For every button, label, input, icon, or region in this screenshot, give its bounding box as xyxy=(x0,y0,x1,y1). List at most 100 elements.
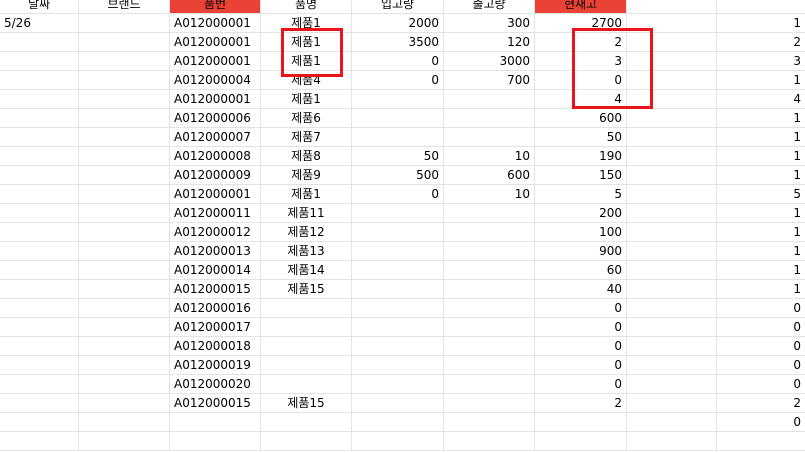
cell-outbound[interactable] xyxy=(444,432,535,451)
cell-count[interactable]: 1 xyxy=(717,147,805,166)
cell-extra[interactable] xyxy=(627,166,717,185)
cell-product-no[interactable]: A012000001 xyxy=(170,90,261,109)
cell-date[interactable] xyxy=(0,394,79,413)
cell-extra[interactable] xyxy=(627,413,717,432)
cell-count[interactable] xyxy=(717,432,805,451)
cell-outbound[interactable] xyxy=(444,242,535,261)
cell-product-name[interactable]: 제품8 xyxy=(261,147,352,166)
header-product-no[interactable]: 품번 xyxy=(170,0,261,14)
header-stock[interactable]: 현재고 xyxy=(535,0,627,14)
cell-date[interactable] xyxy=(0,280,79,299)
cell-stock[interactable]: 0 xyxy=(535,356,627,375)
cell-outbound[interactable]: 300 xyxy=(444,14,535,33)
cell-extra[interactable] xyxy=(627,71,717,90)
cell-stock[interactable]: 190 xyxy=(535,147,627,166)
cell-inbound[interactable] xyxy=(352,299,444,318)
cell-product-no[interactable] xyxy=(170,432,261,451)
cell-brand[interactable] xyxy=(79,128,170,147)
cell-extra[interactable] xyxy=(627,318,717,337)
cell-inbound[interactable]: 50 xyxy=(352,147,444,166)
cell-count[interactable]: 0 xyxy=(717,413,805,432)
cell-brand[interactable] xyxy=(79,204,170,223)
cell-product-name[interactable]: 제품1 xyxy=(261,14,352,33)
header-inbound[interactable]: 입고량 xyxy=(352,0,444,14)
cell-count[interactable]: 0 xyxy=(717,318,805,337)
cell-stock[interactable] xyxy=(535,432,627,451)
cell-stock[interactable]: 900 xyxy=(535,242,627,261)
cell-count[interactable]: 1 xyxy=(717,261,805,280)
cell-brand[interactable] xyxy=(79,413,170,432)
cell-product-name[interactable]: 제품14 xyxy=(261,261,352,280)
cell-outbound[interactable] xyxy=(444,90,535,109)
cell-date[interactable] xyxy=(0,375,79,394)
cell-stock[interactable]: 0 xyxy=(535,299,627,318)
cell-date[interactable] xyxy=(0,147,79,166)
cell-count[interactable]: 0 xyxy=(717,337,805,356)
cell-outbound[interactable]: 3000 xyxy=(444,52,535,71)
cell-extra[interactable] xyxy=(627,90,717,109)
cell-product-name[interactable]: 제품1 xyxy=(261,52,352,71)
cell-stock[interactable]: 3 xyxy=(535,52,627,71)
cell-brand[interactable] xyxy=(79,223,170,242)
cell-inbound[interactable] xyxy=(352,375,444,394)
cell-brand[interactable] xyxy=(79,90,170,109)
cell-outbound[interactable] xyxy=(444,299,535,318)
cell-product-name[interactable]: 제품15 xyxy=(261,280,352,299)
cell-date[interactable] xyxy=(0,223,79,242)
cell-product-name[interactable] xyxy=(261,299,352,318)
cell-product-name[interactable] xyxy=(261,318,352,337)
cell-stock[interactable]: 2700 xyxy=(535,14,627,33)
cell-product-no[interactable]: A012000020 xyxy=(170,375,261,394)
cell-extra[interactable] xyxy=(627,147,717,166)
cell-extra[interactable] xyxy=(627,223,717,242)
cell-brand[interactable] xyxy=(79,261,170,280)
cell-brand[interactable] xyxy=(79,33,170,52)
cell-date[interactable] xyxy=(0,356,79,375)
header-date[interactable]: 날짜 xyxy=(0,0,79,14)
cell-extra[interactable] xyxy=(627,14,717,33)
cell-outbound[interactable]: 700 xyxy=(444,71,535,90)
cell-date[interactable] xyxy=(0,185,79,204)
cell-brand[interactable] xyxy=(79,318,170,337)
cell-extra[interactable] xyxy=(627,375,717,394)
cell-outbound[interactable] xyxy=(444,375,535,394)
cell-product-no[interactable]: A012000011 xyxy=(170,204,261,223)
cell-count[interactable]: 3 xyxy=(717,52,805,71)
cell-count[interactable]: 1 xyxy=(717,166,805,185)
cell-date[interactable] xyxy=(0,128,79,147)
cell-product-no[interactable]: A012000008 xyxy=(170,147,261,166)
cell-brand[interactable] xyxy=(79,52,170,71)
cell-count[interactable]: 0 xyxy=(717,375,805,394)
cell-count[interactable]: 4 xyxy=(717,90,805,109)
cell-extra[interactable] xyxy=(627,337,717,356)
cell-inbound[interactable] xyxy=(352,318,444,337)
cell-inbound[interactable] xyxy=(352,356,444,375)
cell-extra[interactable] xyxy=(627,261,717,280)
cell-outbound[interactable] xyxy=(444,280,535,299)
cell-inbound[interactable] xyxy=(352,223,444,242)
cell-date[interactable] xyxy=(0,318,79,337)
cell-outbound[interactable]: 10 xyxy=(444,147,535,166)
cell-product-name[interactable]: 제품6 xyxy=(261,109,352,128)
cell-date[interactable] xyxy=(0,242,79,261)
cell-product-name[interactable]: 제품4 xyxy=(261,71,352,90)
header-count[interactable] xyxy=(717,0,805,14)
cell-date[interactable] xyxy=(0,90,79,109)
cell-date[interactable] xyxy=(0,204,79,223)
cell-count[interactable]: 1 xyxy=(717,280,805,299)
cell-count[interactable]: 2 xyxy=(717,33,805,52)
cell-brand[interactable] xyxy=(79,432,170,451)
cell-extra[interactable] xyxy=(627,394,717,413)
cell-outbound[interactable] xyxy=(444,128,535,147)
cell-inbound[interactable]: 0 xyxy=(352,71,444,90)
cell-outbound[interactable] xyxy=(444,356,535,375)
cell-date[interactable] xyxy=(0,432,79,451)
cell-count[interactable]: 1 xyxy=(717,204,805,223)
cell-stock[interactable]: 2 xyxy=(535,394,627,413)
cell-brand[interactable] xyxy=(79,242,170,261)
cell-outbound[interactable] xyxy=(444,204,535,223)
cell-brand[interactable] xyxy=(79,394,170,413)
cell-inbound[interactable] xyxy=(352,128,444,147)
cell-outbound[interactable]: 120 xyxy=(444,33,535,52)
cell-product-no[interactable]: A012000018 xyxy=(170,337,261,356)
